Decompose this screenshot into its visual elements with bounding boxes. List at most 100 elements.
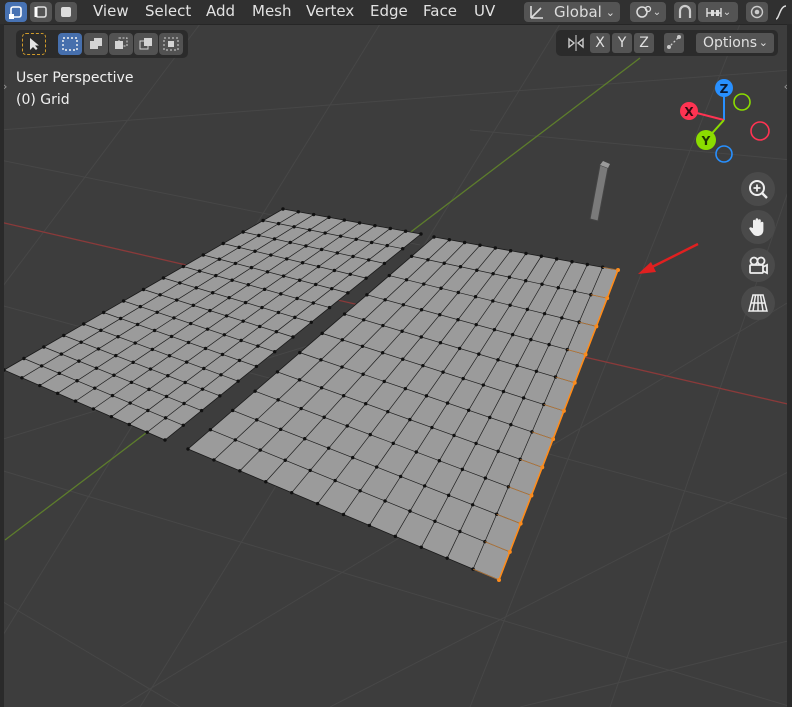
mesh-vertex — [341, 394, 346, 398]
proportional-falloff-button[interactable] — [772, 2, 790, 22]
mesh-vertex — [197, 269, 202, 273]
menu-add[interactable]: Add — [206, 0, 235, 24]
mesh-vertex — [138, 304, 143, 309]
tool-header — [16, 30, 188, 58]
mesh-vertex — [148, 367, 153, 371]
vertex-select-mode-button[interactable] — [5, 2, 27, 22]
mesh-vertex — [327, 305, 332, 310]
mesh-vertex — [231, 408, 235, 413]
mesh-vertex — [285, 257, 289, 261]
mesh-vertex — [446, 493, 451, 498]
mesh-vertex — [258, 324, 262, 329]
gizmo-neg-z-handle[interactable] — [715, 145, 733, 163]
pivot-point-dropdown[interactable]: ⌄ — [630, 2, 666, 22]
mesh-vertex — [488, 415, 492, 420]
mesh-vertex — [279, 427, 283, 432]
menu-vertex[interactable]: Vertex — [306, 0, 354, 24]
mirror-y-toggle[interactable]: Y — [612, 33, 632, 53]
mesh-vertex — [421, 363, 425, 368]
mesh-vertex — [456, 290, 461, 295]
select-box-subtract-icon — [115, 37, 128, 49]
select-box-extend-button[interactable] — [84, 33, 108, 55]
edge-select-mode-button[interactable] — [30, 2, 52, 22]
menu-select[interactable]: Select — [145, 0, 191, 24]
gizmo-neg-y-handle[interactable] — [733, 93, 751, 111]
menu-mesh[interactable]: Mesh — [252, 0, 292, 24]
gizmo-y-label: Y — [701, 134, 711, 148]
proportional-editing-toggle[interactable] — [746, 2, 768, 22]
menu-view[interactable]: View — [93, 0, 129, 24]
mesh-vertex — [38, 383, 42, 388]
mesh-vertex — [361, 372, 365, 376]
mesh-vertex — [275, 370, 280, 374]
mesh-vertex — [380, 351, 385, 355]
floor-grid-line — [519, 639, 792, 707]
mesh-vertex — [458, 529, 462, 534]
mesh-vertex — [127, 422, 131, 427]
mesh-vertex — [358, 489, 362, 493]
mesh-vertex — [362, 318, 366, 322]
toggle-perspective-button[interactable] — [741, 286, 775, 320]
mesh-vertex — [163, 438, 167, 442]
select-box-new-button[interactable] — [58, 33, 82, 55]
selection-mode-face-icon — [61, 7, 71, 17]
navigation-gizmo[interactable]: Z X Y — [672, 74, 776, 166]
mesh-vertex — [264, 480, 268, 484]
mesh-vertex — [342, 218, 347, 222]
snap-target-dropdown[interactable]: ⌄ — [698, 2, 738, 22]
right-panel-toggle-icon[interactable]: ‹ — [784, 80, 788, 93]
camera-icon — [749, 256, 768, 275]
pan-button[interactable] — [741, 210, 775, 244]
mesh-vertex — [178, 281, 182, 285]
mesh-vertex — [261, 218, 265, 223]
floor-grid-line — [0, 599, 181, 707]
mirror-x-toggle[interactable]: X — [590, 33, 610, 53]
left-panel-toggle-icon[interactable]: › — [3, 80, 7, 93]
snap-toggle[interactable] — [674, 2, 696, 22]
mesh-vertex — [542, 311, 547, 316]
select-box-intersect-icon — [163, 37, 179, 51]
transform-orientation-dropdown[interactable]: Global ⌄ — [524, 2, 620, 22]
mesh-vertex — [307, 228, 312, 232]
view-name-label: User Perspective — [16, 70, 134, 86]
mesh-vertex — [101, 310, 106, 315]
mesh-vertex — [118, 316, 123, 321]
3d-viewport[interactable]: View Select Add Mesh Vertex Edge Face UV… — [0, 0, 792, 707]
mesh-vertex — [439, 286, 443, 290]
mesh-vertex — [367, 258, 371, 262]
proportional-editing-icon — [750, 5, 764, 19]
mesh-vertex — [217, 257, 222, 261]
topology-mirror-toggle[interactable] — [664, 33, 684, 53]
mesh-vertex — [110, 393, 115, 398]
options-dropdown[interactable]: Options ⌄ — [696, 33, 774, 53]
gizmo-neg-x-handle[interactable] — [750, 121, 770, 141]
select-box-subtract-button[interactable] — [109, 33, 133, 55]
select-tool-button[interactable] — [22, 33, 46, 55]
mesh-vertex — [474, 322, 478, 327]
mesh-vertex — [238, 469, 242, 473]
mesh-vertex — [419, 545, 423, 549]
mesh-vertex — [181, 264, 186, 269]
camera-view-button[interactable] — [741, 248, 775, 282]
mesh-vertex — [509, 422, 513, 427]
select-box-intersect-button[interactable] — [159, 33, 183, 55]
mesh-vertex — [345, 424, 349, 428]
mesh-vertex — [319, 386, 324, 390]
mesh-vertex — [494, 512, 499, 516]
face-select-mode-button[interactable] — [55, 2, 77, 22]
mesh-vertex — [79, 340, 83, 344]
menu-uv[interactable]: UV — [474, 0, 495, 24]
select-box-invert-button[interactable] — [134, 33, 158, 55]
mesh-vertex — [214, 273, 218, 278]
menu-edge[interactable]: Edge — [370, 0, 408, 24]
mesh-vertex — [269, 253, 273, 257]
mesh-vertex — [471, 567, 475, 571]
mesh-vertex — [91, 407, 96, 411]
mesh-vertex — [381, 323, 385, 328]
mirror-z-toggle[interactable]: Z — [634, 33, 654, 53]
menu-face[interactable]: Face — [423, 0, 457, 24]
zoom-button[interactable] — [741, 172, 775, 206]
mesh-vertex — [243, 300, 248, 305]
mesh-vertex — [458, 265, 463, 269]
mesh-vertex — [496, 449, 500, 454]
